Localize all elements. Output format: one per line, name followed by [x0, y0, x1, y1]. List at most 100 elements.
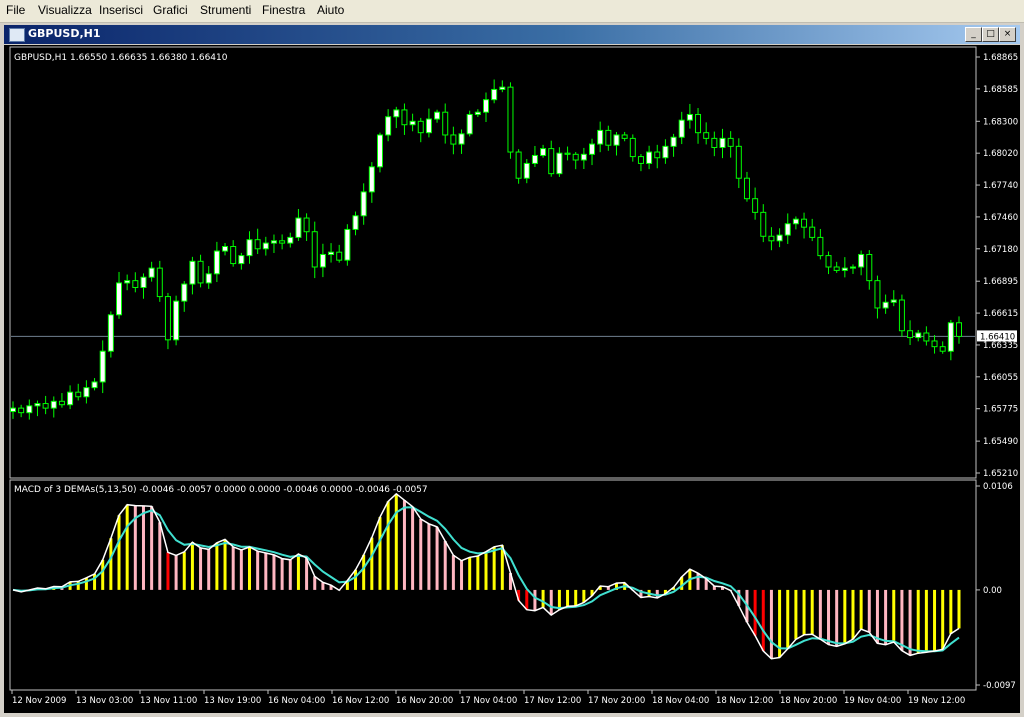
price-label: 1.65490	[983, 437, 1018, 447]
candle-body	[18, 407, 25, 414]
candle-body	[26, 405, 33, 414]
candle-body	[866, 253, 873, 282]
price-label: 1.68300	[983, 117, 1018, 127]
time-label: 19 Nov 04:00	[844, 696, 901, 706]
main-chart-header: GBPUSD,H1 1.66550 1.66635 1.66380 1.6641…	[14, 53, 228, 63]
menu-finestra[interactable]: Finestra	[262, 3, 305, 17]
candle-body	[10, 407, 16, 413]
candle-body	[499, 86, 506, 90]
candle-body	[531, 154, 538, 164]
price-label: 1.66335	[983, 341, 1018, 351]
candle-body	[858, 253, 865, 268]
chart-window-icon	[9, 28, 25, 42]
time-label: 16 Nov 04:00	[268, 696, 325, 706]
restore-button[interactable]: □	[982, 27, 999, 42]
candle-body	[205, 273, 212, 284]
candle-body	[368, 166, 375, 193]
candle-body	[148, 267, 155, 278]
candle-body	[295, 217, 302, 238]
candle-body	[197, 260, 204, 284]
candle-body	[548, 148, 555, 175]
candle-body	[458, 133, 465, 145]
candle-body	[686, 113, 693, 121]
candle-body	[303, 217, 310, 233]
candle-body	[809, 226, 816, 238]
candle-body	[311, 231, 318, 268]
candle-body	[425, 118, 432, 134]
candle-body	[637, 156, 644, 164]
candle-body	[849, 266, 856, 269]
candle-body	[629, 137, 636, 158]
price-label: 1.67460	[983, 213, 1018, 223]
menu-strumenti[interactable]: Strumenti	[200, 3, 251, 17]
candle-body	[83, 387, 90, 398]
candle-body	[336, 251, 343, 261]
candle-body	[776, 234, 783, 242]
price-label: 1.65210	[983, 469, 1018, 479]
candle-body	[947, 322, 954, 352]
price-chart-svg[interactable]: GBPUSD,H1 1.66550 1.66635 1.66380 1.6641…	[4, 45, 1020, 713]
indicator-label: 0.00	[983, 586, 1002, 596]
candle-body	[99, 350, 106, 383]
candle-body	[483, 99, 489, 113]
candle-body	[442, 111, 449, 136]
candle-body	[75, 391, 82, 398]
candle-body	[874, 280, 881, 309]
menu-visualizza[interactable]: Visualizza	[38, 3, 92, 17]
indicator-label: -0.0097	[983, 681, 1016, 691]
candle-body	[124, 280, 131, 284]
menu-bar: File Visualizza Inserisci Grafici Strume…	[0, 0, 1024, 23]
candle-body	[246, 239, 253, 257]
candle-body	[735, 145, 742, 179]
candle-body	[605, 129, 612, 146]
candle-body	[156, 267, 163, 298]
price-label: 1.66895	[983, 277, 1018, 287]
candle-body	[589, 143, 596, 155]
candle-body	[898, 299, 905, 332]
candle-body	[491, 88, 498, 101]
candle-body	[817, 236, 824, 257]
candle-body	[360, 191, 367, 217]
candle-body	[841, 267, 848, 271]
menu-file[interactable]: File	[6, 3, 25, 17]
price-label: 1.67180	[983, 245, 1018, 255]
close-button[interactable]: ×	[999, 27, 1016, 42]
minimize-button[interactable]: _	[965, 27, 982, 42]
menu-inserisci[interactable]: Inserisci	[99, 3, 143, 17]
menu-grafici[interactable]: Grafici	[153, 3, 188, 17]
price-label: 1.66055	[983, 373, 1018, 383]
candle-body	[91, 381, 98, 389]
time-label: 16 Nov 20:00	[396, 696, 453, 706]
candle-body	[956, 322, 962, 337]
candle-body	[474, 111, 481, 115]
candle-body	[825, 255, 832, 268]
candle-body	[572, 153, 579, 161]
menu-aiuto[interactable]: Aiuto	[317, 3, 344, 17]
price-label: 1.65775	[983, 405, 1018, 415]
candle-body	[132, 280, 139, 288]
candle-body	[540, 148, 547, 156]
candle-body	[238, 255, 245, 265]
price-label: 1.66615	[983, 309, 1018, 319]
chart-area[interactable]: GBPUSD,H1 1.66550 1.66635 1.66380 1.6641…	[4, 45, 1020, 713]
candle-body	[597, 129, 604, 145]
time-label: 18 Nov 20:00	[780, 696, 837, 706]
time-label: 16 Nov 12:00	[332, 696, 389, 706]
candle-body	[654, 151, 661, 159]
price-label: 1.68585	[983, 85, 1018, 95]
candle-body	[768, 235, 775, 242]
candle-body	[140, 276, 147, 288]
chart-window-titlebar[interactable]: GBPUSD,H1 _ □ ×	[4, 25, 1020, 44]
candle-body	[173, 300, 180, 341]
candle-body	[784, 223, 791, 236]
time-label: 13 Nov 19:00	[204, 696, 261, 706]
candle-body	[58, 400, 65, 406]
candle-body	[703, 132, 710, 139]
candle-body	[727, 137, 734, 147]
candle-body	[279, 240, 286, 244]
time-label: 18 Nov 04:00	[652, 696, 709, 706]
time-label: 17 Nov 04:00	[460, 696, 517, 706]
indicator-label: 0.0106	[983, 482, 1013, 492]
candlestick-series	[10, 79, 962, 420]
candle-body	[50, 400, 57, 409]
